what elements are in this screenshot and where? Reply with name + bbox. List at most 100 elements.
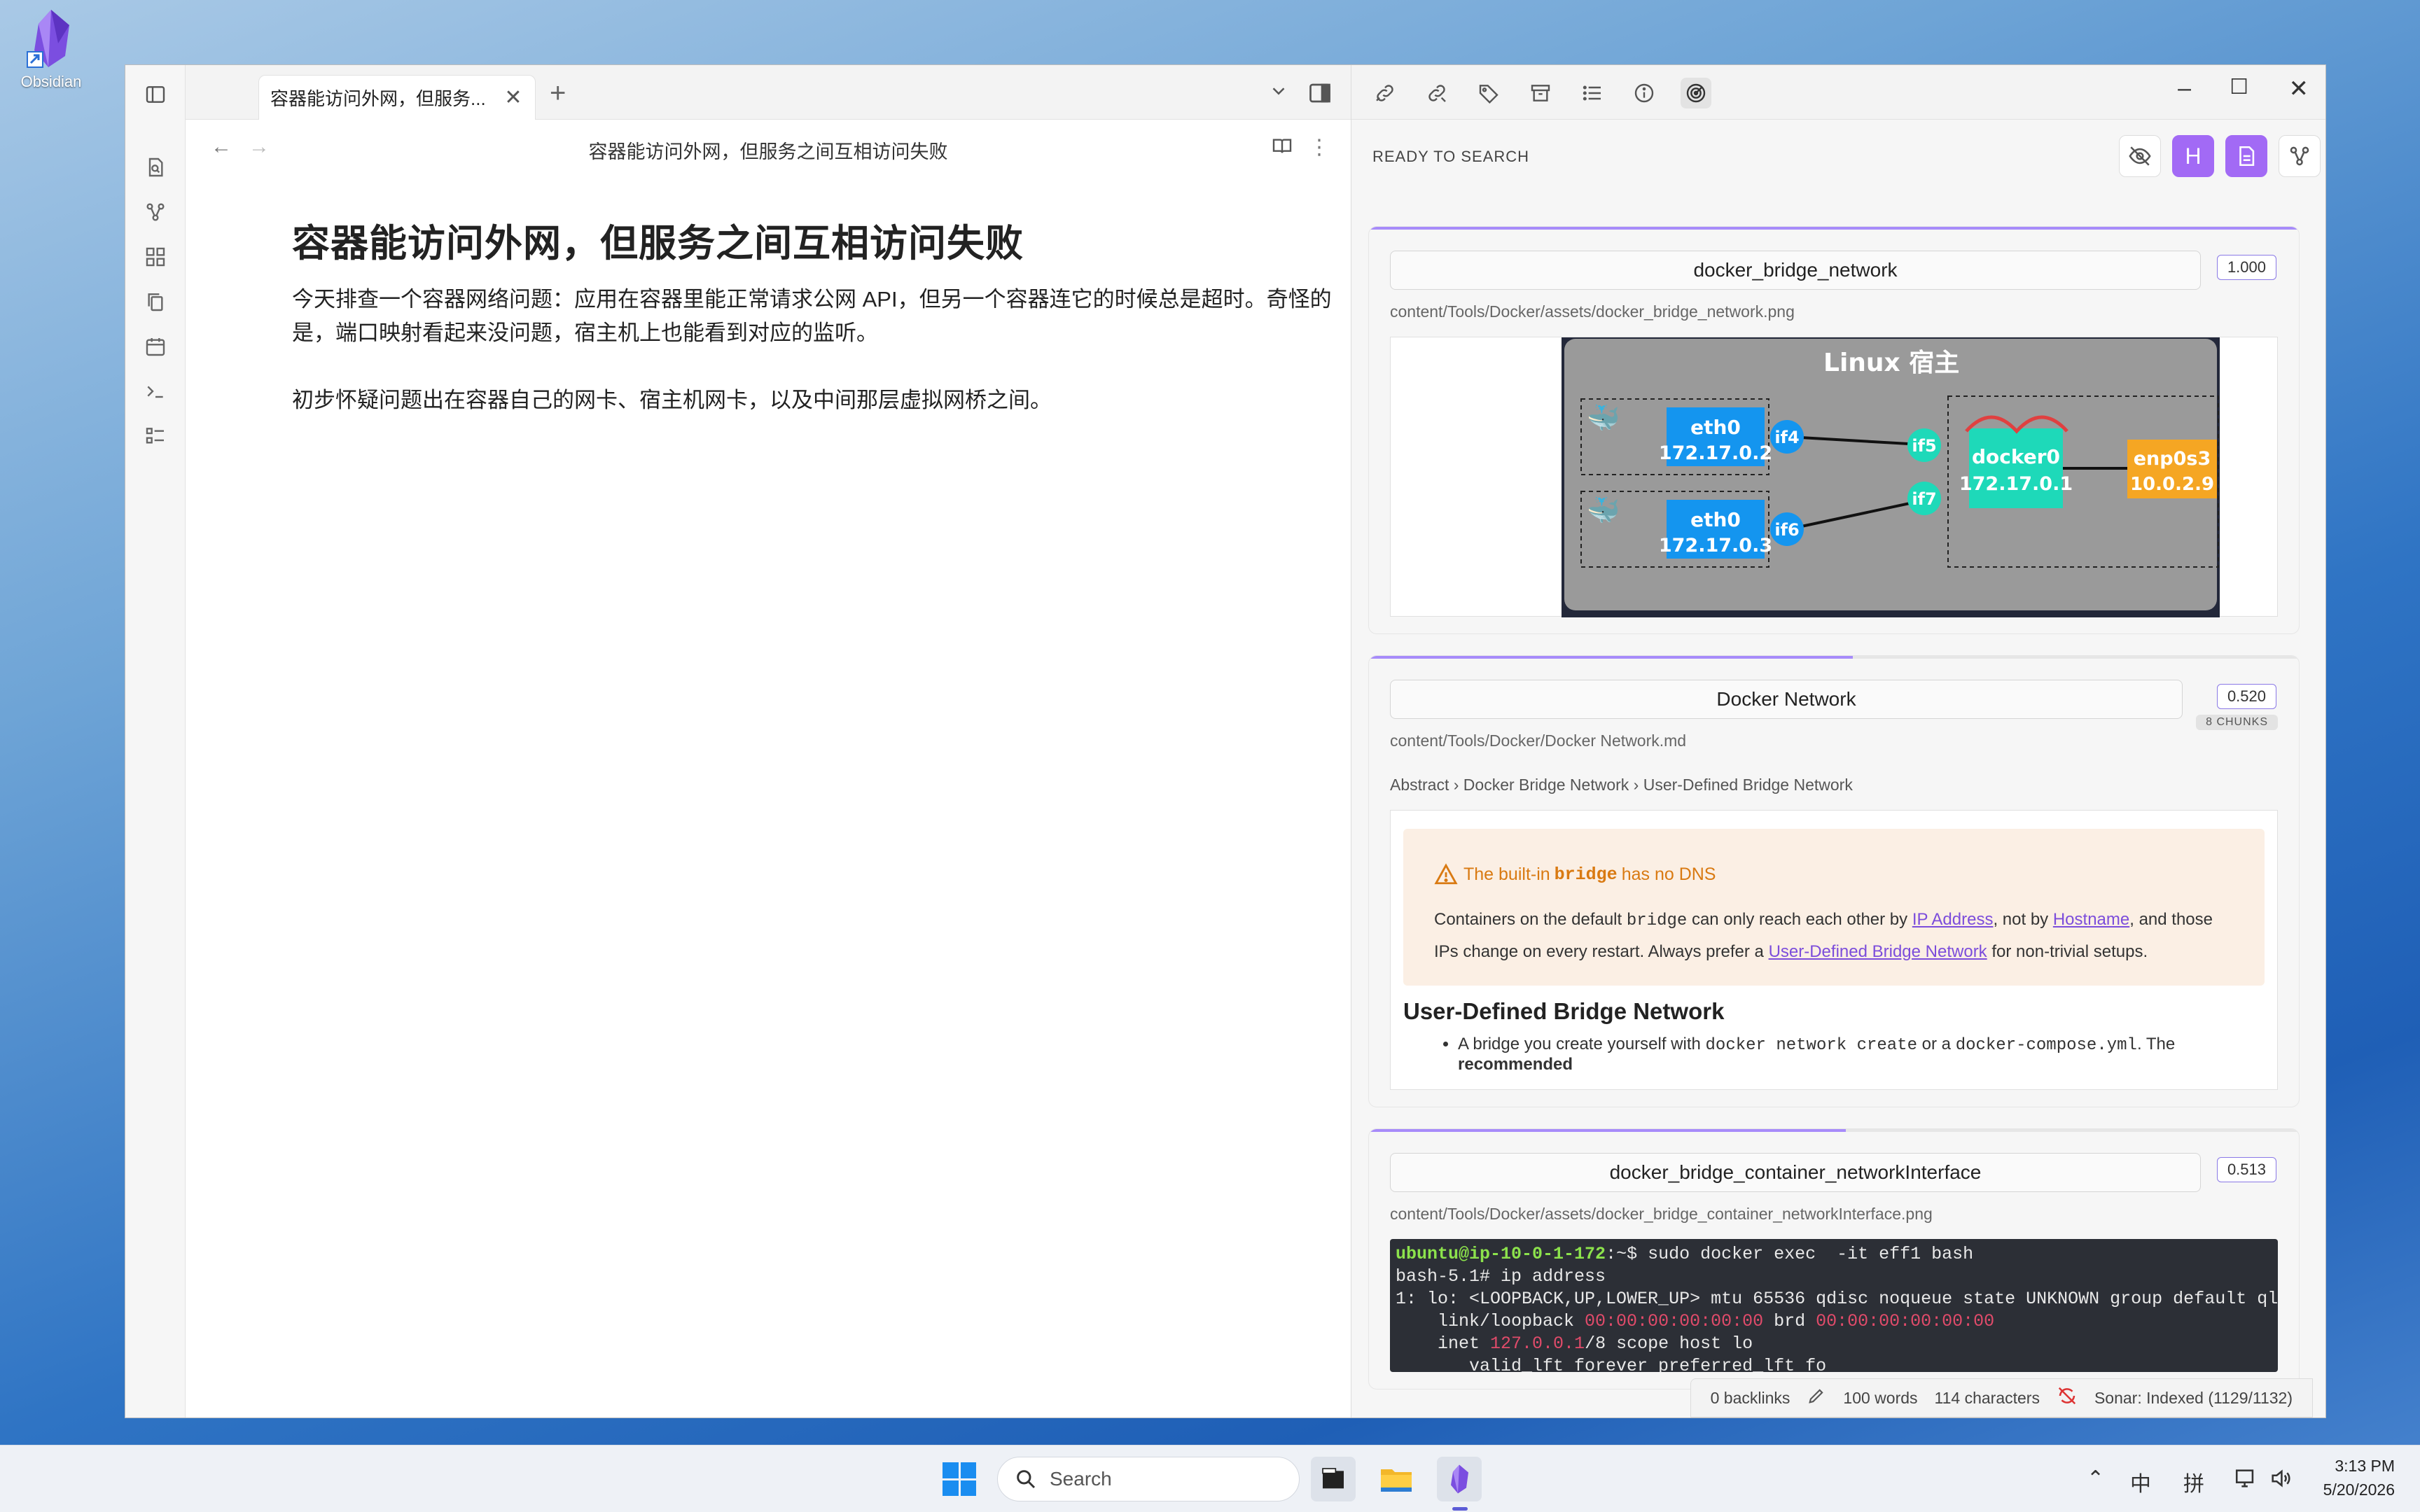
file-explorer-icon[interactable] <box>1374 1457 1419 1502</box>
more-options-icon[interactable]: ⋮ <box>1309 135 1330 160</box>
right-sidebar-toggle-icon[interactable] <box>1307 80 1333 109</box>
clock-date: 5/20/2026 <box>2323 1480 2395 1499</box>
note-paragraph-1: 今天排查一个容器网络问题：应用在容器里能正常请求公网 API，但另一个容器连它的… <box>292 287 1332 345</box>
back-arrow-icon[interactable]: ← <box>211 135 232 159</box>
result-score: 1.000 <box>2216 255 2276 280</box>
diagram-if6: if6 <box>1774 520 1799 540</box>
result-score: 0.520 <box>2216 684 2276 709</box>
taskbar: Search ⌃ 中 拼 3:13 PM 5/20/2026 <box>0 1445 2420 1512</box>
result-image-preview[interactable]: Linux 宿主 🐳 🐳 eth0 172.17.0.2 eth0 172.17… <box>1390 337 2278 617</box>
minimize-icon[interactable]: – <box>2178 75 2191 102</box>
diagram-enp0s3-ip: 10.0.2.9 <box>2130 474 2214 495</box>
score-bar <box>1369 1129 2299 1132</box>
result-title[interactable]: docker_bridge_container_networkInterface <box>1390 1153 2201 1192</box>
result-path: content/Tools/Docker/Docker Network.md <box>1390 732 1687 750</box>
callout-body: Containers on the default bridge can onl… <box>1434 904 2234 967</box>
sidebar-toggle-icon[interactable] <box>139 78 172 111</box>
terminal-app-icon[interactable] <box>1311 1457 1356 1502</box>
tab-note[interactable]: 容器能访问外网，但服务... ✕ <box>258 75 536 120</box>
tray-chevron-up-icon[interactable]: ⌃ <box>2087 1466 2104 1491</box>
ribbon <box>125 65 186 1418</box>
sync-off-icon[interactable] <box>2057 1385 2078 1410</box>
diagram-if5: if5 <box>1912 436 1936 456</box>
view-header: 容器能访问外网，但服务之间互相访问失败 ← → ⋮ <box>186 120 1351 177</box>
graph-icon[interactable] <box>2279 135 2321 177</box>
score-bar <box>1369 227 2299 230</box>
volume-icon[interactable] <box>2269 1466 2293 1496</box>
term-line: inet <box>1396 1334 1491 1354</box>
result-markdown-preview[interactable]: The built-in bridge has no DNS Container… <box>1390 810 2278 1090</box>
taskbar-search[interactable]: Search <box>997 1457 1300 1502</box>
list-icon[interactable] <box>139 419 172 453</box>
outline-list-icon[interactable] <box>1577 78 1608 108</box>
status-bar: 0 backlinks 100 words 114 characters Son… <box>1690 1378 2313 1418</box>
forward-arrow-icon[interactable]: → <box>249 135 270 159</box>
taskbar-search-placeholder: Search <box>1050 1468 1112 1490</box>
link-user-defined-bridge[interactable]: User-Defined Bridge Network <box>1769 942 1987 961</box>
inline-code: docker-compose.yml <box>1955 1036 2137 1055</box>
file-text-icon[interactable] <box>2225 135 2267 177</box>
outgoing-links-icon[interactable] <box>1421 78 1452 108</box>
backlinks-count[interactable]: 0 backlinks <box>1711 1389 1790 1408</box>
terminal-image-preview[interactable]: ubuntu@ip-10-0-1-172:~$ sudo docker exec… <box>1390 1239 2278 1372</box>
ime-language[interactable]: 中 <box>2130 1466 2151 1497</box>
result-path: content/Tools/Docker/assets/docker_bridg… <box>1390 302 1795 321</box>
link-ip-address[interactable]: IP Address <box>1912 910 1994 929</box>
system-clock[interactable]: 3:13 PM 5/20/2026 <box>2323 1454 2395 1502</box>
search-status: READY TO SEARCH <box>1372 148 1530 165</box>
close-tab-icon[interactable]: ✕ <box>503 85 524 110</box>
result-card[interactable]: Docker Network 0.520 8 CHUNKS content/To… <box>1368 655 2300 1107</box>
score-bar <box>1369 656 2299 659</box>
tag-icon[interactable] <box>1473 78 1504 108</box>
search-header: READY TO SEARCH H <box>1351 120 2325 192</box>
term-mac: 00:00:00:00:00:00 <box>1816 1311 1995 1331</box>
inline-code: bridge <box>1626 911 1688 930</box>
maximize-icon[interactable]: ☐ <box>2230 75 2248 99</box>
windows-start-icon[interactable] <box>943 1462 976 1496</box>
bullet-text: or a <box>1917 1035 1956 1054</box>
note-paragraph-2: 初步怀疑问题出在容器自己的网卡、宿主机网卡，以及中间那层虚拟网桥之间。 <box>292 388 1052 412</box>
new-tab-icon[interactable]: + <box>550 78 566 109</box>
result-title[interactable]: Docker Network <box>1390 680 2183 719</box>
close-window-icon[interactable]: ✕ <box>2289 75 2309 103</box>
calendar-icon[interactable] <box>139 330 172 363</box>
ime-mode[interactable]: 拼 <box>2183 1466 2204 1497</box>
copy-icon[interactable] <box>139 285 172 318</box>
result-card[interactable]: docker_bridge_container_networkInterface… <box>1368 1128 2300 1390</box>
canvas-icon[interactable] <box>139 240 172 274</box>
sonar-radar-icon[interactable] <box>1681 78 1711 108</box>
terminal-icon[interactable] <box>139 374 172 408</box>
link-hostname[interactable]: Hostname <box>2053 910 2129 929</box>
active-app-indicator <box>1452 1507 1468 1511</box>
view-title[interactable]: 容器能访问外网，但服务之间互相访问失败 <box>186 136 1351 164</box>
term-line: brd <box>1763 1311 1816 1331</box>
info-icon[interactable] <box>1629 78 1660 108</box>
result-title[interactable]: docker_bridge_network <box>1390 251 2201 290</box>
diagram-eth0-a: eth0 <box>1690 416 1741 439</box>
reading-view-icon[interactable] <box>1271 135 1293 163</box>
score-bar-fill <box>1369 227 2299 230</box>
obsidian-taskbar-icon[interactable] <box>1437 1457 1482 1502</box>
backlinks-icon[interactable] <box>1370 78 1400 108</box>
clock-time: 3:13 PM <box>2335 1457 2395 1475</box>
edit-pencil-icon[interactable] <box>1807 1386 1826 1410</box>
desktop-icon-obsidian[interactable]: Obsidian <box>13 7 90 91</box>
eye-off-icon[interactable] <box>2119 135 2161 177</box>
network-icon[interactable] <box>2234 1466 2258 1496</box>
warning-icon <box>1434 863 1458 885</box>
archive-icon[interactable] <box>1525 78 1556 108</box>
note-content[interactable]: 容器能访问外网，但服务之间互相访问失败 今天排查一个容器网络问题：应用在容器里能… <box>292 212 1342 451</box>
search-file-icon[interactable] <box>139 150 172 184</box>
svg-text:🐳: 🐳 <box>1587 403 1620 433</box>
chevron-down-icon[interactable] <box>1268 80 1289 105</box>
result-score: 0.513 <box>2216 1157 2276 1182</box>
term-line: bash-5.1# ip address <box>1396 1266 1606 1287</box>
graph-view-icon[interactable] <box>139 195 172 229</box>
callout-title-pre: The built-in <box>1463 864 1550 884</box>
callout-title-post: has no DNS <box>1621 864 1716 884</box>
heading-icon[interactable]: H <box>2172 135 2214 177</box>
sonar-index-status[interactable]: Sonar: Indexed (1129/1132) <box>2094 1389 2293 1408</box>
term-line: /8 scope host lo <box>1585 1334 1753 1354</box>
callout-text: can only reach each other by <box>1687 910 1912 929</box>
result-card[interactable]: docker_bridge_network 1.000 content/Tool… <box>1368 226 2300 634</box>
